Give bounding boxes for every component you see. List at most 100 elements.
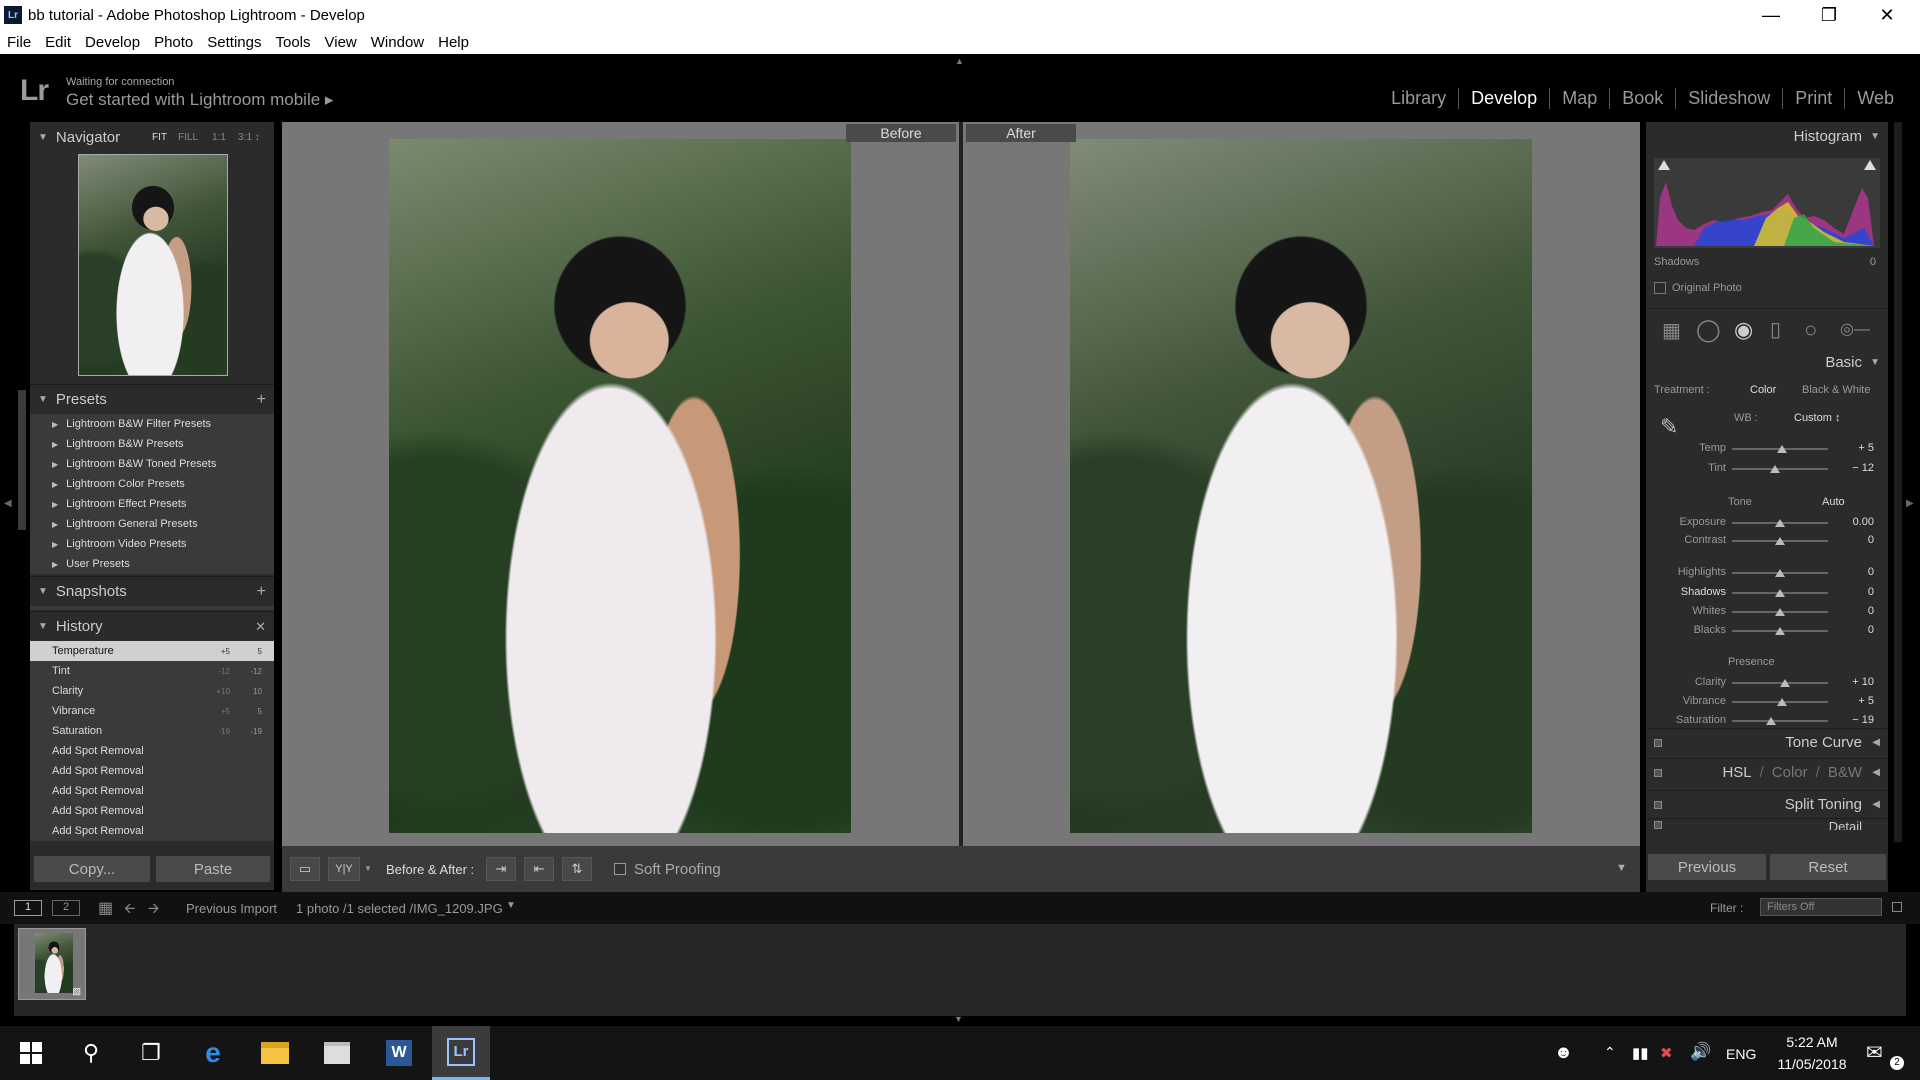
before-after-mode-button[interactable]: Y|Y <box>328 857 360 881</box>
history-item[interactable]: Temperature +5 5 <box>30 641 274 661</box>
history-item[interactable]: Add Spot Removal <box>30 741 274 761</box>
history-header[interactable]: ▼ History ✕ <box>30 611 274 641</box>
left-panel-toggle-icon[interactable]: ◀ <box>4 498 12 509</box>
history-item[interactable]: Clarity +10 10 <box>30 681 274 701</box>
histogram[interactable] <box>1654 158 1880 248</box>
slider-value[interactable]: + 5 <box>1858 442 1874 454</box>
copy-after-to-before-icon[interactable]: ⇤ <box>524 857 554 881</box>
slider-thumb[interactable] <box>1775 589 1785 597</box>
module-develop[interactable]: Develop <box>1458 88 1549 109</box>
slider-value[interactable]: 0 <box>1868 586 1874 598</box>
zoom-3-1[interactable]: 3:1 ↕ <box>238 132 260 143</box>
collapse-bottom-arrow-icon[interactable]: ▼ <box>954 1014 963 1024</box>
slider-track[interactable] <box>1732 720 1828 722</box>
hsl-header[interactable]: HSL / Color / B&W ◀ <box>1646 758 1888 786</box>
battery-icon[interactable]: ▮▮ <box>1632 1044 1649 1062</box>
slider-thumb[interactable] <box>1775 627 1785 635</box>
history-item[interactable]: Add Spot Removal <box>30 761 274 781</box>
back-arrow-icon[interactable]: 🡨 <box>124 898 135 922</box>
people-icon[interactable]: ☻ <box>1554 1042 1573 1063</box>
zoom-fit[interactable]: FIT <box>152 132 167 143</box>
network-icon[interactable]: ✖ <box>1660 1044 1673 1062</box>
menu-develop[interactable]: Develop <box>85 34 140 51</box>
right-panel-toggle-icon[interactable]: ▶ <box>1906 498 1914 509</box>
preset-folder[interactable]: ▶ Lightroom B&W Toned Presets <box>30 454 274 474</box>
module-web[interactable]: Web <box>1844 88 1906 109</box>
slider-whites[interactable]: Whites 0 <box>1646 603 1888 619</box>
add-snapshot-icon[interactable]: + <box>257 583 266 601</box>
slider-thumb[interactable] <box>1779 679 1790 687</box>
radial-filter-icon[interactable]: ○ <box>1804 317 1817 343</box>
chevron-down-icon[interactable]: ▼ <box>364 864 372 873</box>
slider-contrast[interactable]: Contrast 0 <box>1646 532 1888 548</box>
loupe-view-icon[interactable]: ▭ <box>290 857 320 881</box>
slider-shadows[interactable]: Shadows 0 <box>1646 584 1888 600</box>
slider-thumb[interactable] <box>1776 445 1787 453</box>
bw-tab[interactable]: B&W <box>1828 764 1862 781</box>
slider-clarity[interactable]: Clarity + 10 <box>1646 674 1888 690</box>
history-item[interactable]: Vibrance +5 5 <box>30 701 274 721</box>
slider-thumb[interactable] <box>1775 519 1785 527</box>
wb-preset-select[interactable]: Custom ↕ <box>1794 412 1840 424</box>
filter-select[interactable]: Filters Off <box>1760 898 1882 916</box>
treatment-bw-option[interactable]: Black & White <box>1802 384 1870 396</box>
forward-arrow-icon[interactable]: 🡪 <box>148 898 159 922</box>
menu-photo[interactable]: Photo <box>154 34 193 51</box>
module-map[interactable]: Map <box>1549 88 1609 109</box>
slider-value[interactable]: + 5 <box>1858 695 1874 707</box>
white-balance-eyedropper-icon[interactable]: ✎ <box>1660 414 1678 440</box>
left-scrollbar[interactable] <box>18 390 26 530</box>
preset-folder[interactable]: ▶ Lightroom Effect Presets <box>30 494 274 514</box>
color-tab[interactable]: Color <box>1772 764 1808 781</box>
treatment-color-option[interactable]: Color <box>1750 384 1776 396</box>
filmstrip-source[interactable]: Previous Import <box>186 901 277 916</box>
slider-thumb[interactable] <box>1776 698 1787 706</box>
histogram-header[interactable]: Histogram ▼ <box>1646 122 1888 150</box>
menu-help[interactable]: Help <box>438 34 469 51</box>
detail-header[interactable]: Detail <box>1646 818 1888 830</box>
windows-start-icon[interactable] <box>2 1026 60 1080</box>
preset-folder[interactable]: ▶ Lightroom Color Presets <box>30 474 274 494</box>
volume-icon[interactable]: 🔊 <box>1690 1042 1711 1062</box>
menu-window[interactable]: Window <box>371 34 424 51</box>
main-window-button[interactable]: 1 <box>14 900 42 916</box>
grid-view-icon[interactable]: ▦ <box>98 898 113 918</box>
action-center-icon[interactable]: ✉ <box>1866 1040 1883 1065</box>
file-explorer-icon[interactable] <box>246 1026 304 1080</box>
preset-folder[interactable]: ▶ Lightroom B&W Presets <box>30 434 274 454</box>
history-item[interactable]: Saturation -19 -19 <box>30 721 274 741</box>
slider-highlights[interactable]: Highlights 0 <box>1646 564 1888 580</box>
basic-header[interactable]: Basic ▼ <box>1646 348 1888 376</box>
filter-lock-icon[interactable] <box>1892 902 1902 912</box>
slider-value[interactable]: + 10 <box>1852 676 1874 688</box>
module-print[interactable]: Print <box>1782 88 1844 109</box>
task-view-icon[interactable]: ❐ <box>122 1026 180 1080</box>
swap-before-after-icon[interactable]: ⇅ <box>562 857 592 881</box>
panel-toggle-switch[interactable] <box>1654 738 1662 747</box>
slider-temp[interactable]: Temp + 5 <box>1646 440 1888 456</box>
after-photo[interactable] <box>1070 139 1532 833</box>
hsl-tab[interactable]: HSL <box>1722 764 1751 781</box>
crop-tool-icon[interactable]: ▦ <box>1662 318 1681 343</box>
slider-value[interactable]: − 19 <box>1852 714 1874 726</box>
slider-thumb[interactable] <box>1775 569 1785 577</box>
clear-history-icon[interactable]: ✕ <box>255 619 266 635</box>
module-slideshow[interactable]: Slideshow <box>1675 88 1782 109</box>
slider-value[interactable]: 0 <box>1868 624 1874 636</box>
history-item[interactable]: Tint -12 -12 <box>30 661 274 681</box>
zoom-1-1[interactable]: 1:1 <box>212 132 226 143</box>
slider-value[interactable]: 0.00 <box>1853 516 1874 528</box>
slider-thumb[interactable] <box>1770 465 1781 473</box>
paste-settings-button[interactable]: Paste <box>156 856 270 882</box>
clock-date[interactable]: 11/05/2018 <box>1770 1056 1854 1072</box>
lightroom-taskbar-icon[interactable]: Lr <box>432 1026 490 1080</box>
menu-tools[interactable]: Tools <box>275 34 310 51</box>
add-preset-icon[interactable]: + <box>257 391 266 409</box>
copy-settings-button[interactable]: Copy... <box>34 856 150 882</box>
show-hidden-icons-icon[interactable]: ⌃ <box>1604 1044 1616 1061</box>
copy-before-to-after-icon[interactable]: ⇥ <box>486 857 516 881</box>
preset-folder[interactable]: ▶ Lightroom Video Presets <box>30 534 274 554</box>
soft-proofing-checkbox[interactable] <box>614 863 626 875</box>
collapse-top-arrow-icon[interactable]: ▲ <box>955 56 964 66</box>
slider-value[interactable]: 0 <box>1868 534 1874 546</box>
